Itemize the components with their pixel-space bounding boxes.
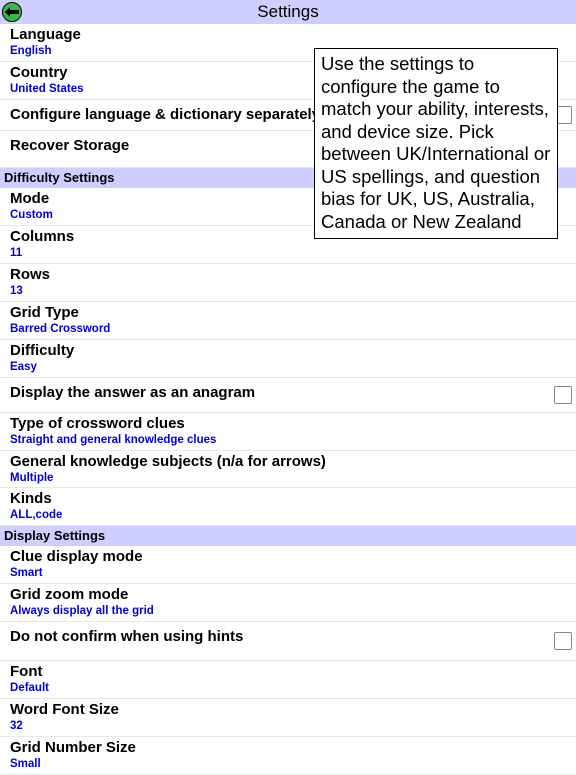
label-grid-type: Grid Type bbox=[10, 304, 566, 322]
label-difficulty: Difficulty bbox=[10, 342, 566, 360]
checkbox-no-confirm[interactable] bbox=[554, 632, 572, 650]
label-font: Font bbox=[10, 663, 566, 681]
value-font: Default bbox=[10, 681, 566, 696]
row-no-confirm[interactable]: Do not confirm when using hints bbox=[0, 622, 576, 661]
label-clue-mode: Clue display mode bbox=[10, 548, 566, 566]
value-clue-mode: Smart bbox=[10, 566, 566, 581]
page-title: Settings bbox=[0, 2, 576, 22]
help-popover: Use the settings to configure the game t… bbox=[314, 48, 558, 239]
label-subjects: General knowledge subjects (n/a for arro… bbox=[10, 453, 566, 471]
back-arrow-icon bbox=[5, 7, 19, 17]
label-anagram: Display the answer as an anagram bbox=[10, 384, 566, 402]
row-subjects[interactable]: General knowledge subjects (n/a for arro… bbox=[0, 451, 576, 489]
row-font[interactable]: Font Default bbox=[0, 661, 576, 699]
row-difficulty[interactable]: Difficulty Easy bbox=[0, 340, 576, 378]
label-word-size: Word Font Size bbox=[10, 701, 566, 719]
section-display: Display Settings bbox=[0, 526, 576, 546]
value-word-size: 32 bbox=[10, 719, 566, 734]
value-columns: 11 bbox=[10, 246, 566, 261]
value-zoom: Always display all the grid bbox=[10, 604, 566, 619]
label-rows: Rows bbox=[10, 266, 566, 284]
row-clue-display-mode[interactable]: Clue display mode Smart bbox=[0, 546, 576, 584]
back-button[interactable] bbox=[2, 2, 22, 22]
row-rows[interactable]: Rows 13 bbox=[0, 264, 576, 302]
row-grid-zoom[interactable]: Grid zoom mode Always display all the gr… bbox=[0, 584, 576, 622]
value-subjects: Multiple bbox=[10, 471, 566, 486]
checkbox-anagram[interactable] bbox=[554, 386, 572, 404]
row-clue-type[interactable]: Type of crossword clues Straight and gen… bbox=[0, 413, 576, 451]
label-clue-type: Type of crossword clues bbox=[10, 415, 566, 433]
label-language: Language bbox=[10, 26, 566, 44]
value-kinds: ALL,code bbox=[10, 508, 566, 523]
label-zoom: Grid zoom mode bbox=[10, 586, 566, 604]
label-kinds: Kinds bbox=[10, 490, 566, 508]
row-kinds[interactable]: Kinds ALL,code bbox=[0, 488, 576, 526]
row-anagram[interactable]: Display the answer as an anagram bbox=[0, 378, 576, 413]
value-clue-type: Straight and general knowledge clues bbox=[10, 433, 566, 448]
value-grid-type: Barred Crossword bbox=[10, 322, 566, 337]
label-grid-num: Grid Number Size bbox=[10, 739, 566, 757]
row-grid-number-size[interactable]: Grid Number Size Small bbox=[0, 737, 576, 775]
title-bar: Settings bbox=[0, 0, 576, 24]
value-grid-num: Small bbox=[10, 757, 566, 772]
row-word-font-size[interactable]: Word Font Size 32 bbox=[0, 699, 576, 737]
value-rows: 13 bbox=[10, 284, 566, 299]
value-difficulty: Easy bbox=[10, 360, 566, 375]
label-no-confirm: Do not confirm when using hints bbox=[10, 628, 566, 646]
row-grid-type[interactable]: Grid Type Barred Crossword bbox=[0, 302, 576, 340]
